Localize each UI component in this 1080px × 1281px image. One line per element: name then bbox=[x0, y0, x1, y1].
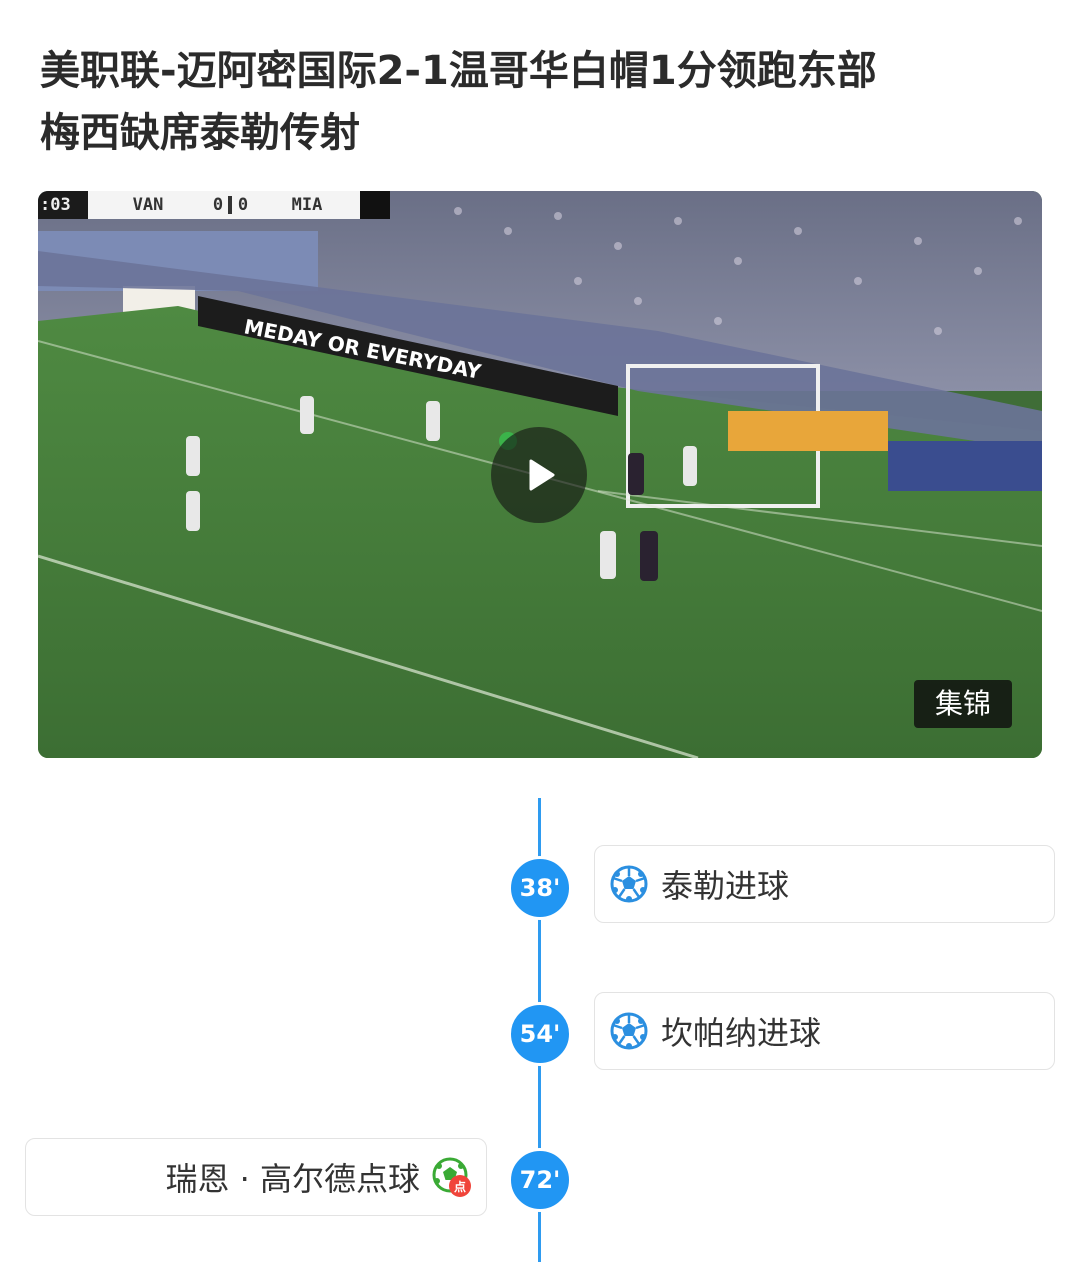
minute-marker: 54' bbox=[508, 1002, 572, 1066]
home-team: VAN bbox=[132, 195, 164, 215]
play-button[interactable] bbox=[491, 427, 587, 523]
highlights-badge: 集锦 bbox=[914, 680, 1012, 728]
event-text: 坎帕纳进球 bbox=[661, 1014, 822, 1052]
minute-marker: 38' bbox=[508, 856, 572, 920]
home-score: 0 bbox=[212, 195, 224, 215]
highlight-video[interactable]: MEDAY OR EVERYDAY :03 VAN 0 0 MIA 集锦 bbox=[38, 191, 1042, 758]
event-text: 瑞恩 · 高尔德点球 bbox=[165, 1160, 420, 1198]
match-clock: :03 bbox=[38, 191, 88, 219]
event-card[interactable]: 泰勒进球 bbox=[594, 845, 1055, 923]
score-panel: VAN 0 0 MIA bbox=[88, 191, 360, 219]
play-icon bbox=[529, 459, 555, 491]
article-title: 美职联-迈阿密国际2-1温哥华白帽1分领跑东部 梅西缺席泰勒传射 bbox=[40, 40, 1040, 164]
penalty-ball-icon: 点 bbox=[432, 1157, 471, 1197]
title-line-2: 梅西缺席泰勒传射 bbox=[40, 110, 360, 156]
soccer-ball-icon bbox=[610, 865, 648, 903]
event-text: 泰勒进球 bbox=[661, 867, 790, 905]
title-line-1: 美职联-迈阿密国际2-1温哥华白帽1分领跑东部 bbox=[40, 48, 877, 94]
scorebug-end bbox=[360, 191, 390, 219]
away-team: MIA bbox=[291, 195, 323, 215]
event-card[interactable]: 坎帕纳进球 bbox=[594, 992, 1055, 1070]
scorebug: :03 VAN 0 0 MIA bbox=[38, 191, 390, 219]
minute-marker: 72' bbox=[508, 1148, 572, 1212]
penalty-label: 点 bbox=[454, 1179, 466, 1194]
event-card[interactable]: 瑞恩 · 高尔德点球 点 bbox=[25, 1138, 487, 1216]
away-score: 0 bbox=[237, 195, 249, 215]
soccer-ball-icon bbox=[610, 1012, 648, 1050]
